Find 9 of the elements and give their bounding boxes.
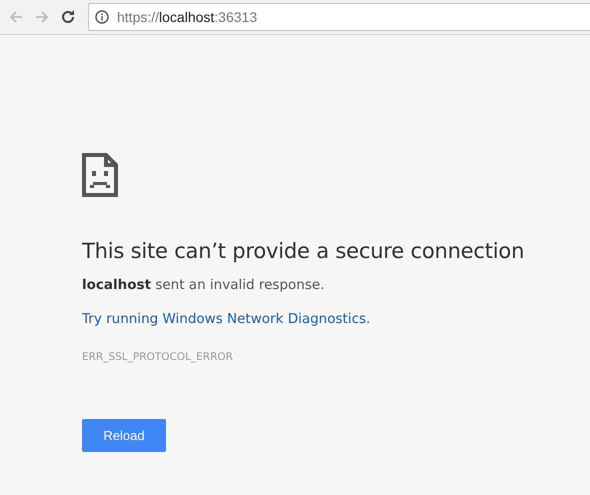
diagnostics-link[interactable]: Try running Windows Network Diagnostics.	[82, 311, 370, 327]
error-message: localhost sent an invalid response.	[82, 277, 324, 293]
info-icon[interactable]	[95, 10, 109, 24]
reload-button[interactable]: Reload	[82, 419, 166, 452]
error-title: This site can’t provide a secure connection	[82, 239, 524, 263]
broken-page-icon	[82, 153, 118, 197]
error-code: ERR_SSL_PROTOCOL_ERROR	[82, 351, 233, 363]
address-field[interactable]: https://localhost:36313	[88, 3, 590, 31]
reload-icon[interactable]	[60, 9, 76, 25]
